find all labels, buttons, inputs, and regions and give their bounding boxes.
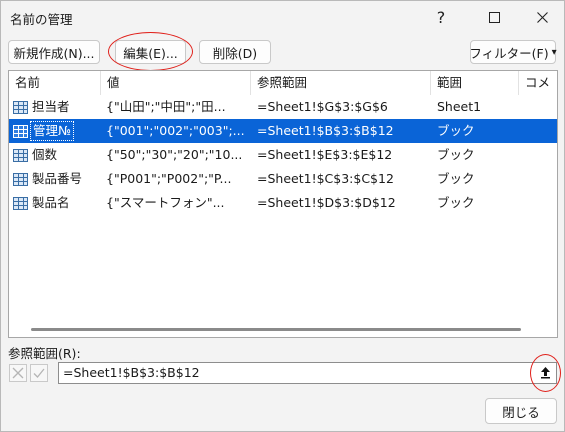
column-header-scope[interactable]: 範囲: [431, 71, 519, 95]
name-cell: 管理№: [9, 119, 101, 143]
list-row[interactable]: 製品番号 {"P001";"P002";"P... =Sheet1!$C$3:$…: [9, 167, 557, 191]
column-header-name[interactable]: 名前: [9, 71, 101, 95]
delete-name-button[interactable]: 削除(D): [199, 40, 271, 64]
scope-cell: ブック: [437, 171, 475, 186]
name-cell: 製品番号: [9, 167, 101, 191]
chevron-down-icon: ▾: [551, 46, 557, 58]
refers-to-cell: =Sheet1!$C$3:$C$12: [257, 171, 394, 186]
close-button[interactable]: 閉じる: [485, 398, 557, 424]
column-header-refers-to[interactable]: 参照範囲: [251, 71, 431, 95]
maximize-icon: [488, 11, 500, 23]
grid-icon: [13, 196, 28, 210]
dialog-title: 名前の管理: [10, 12, 73, 27]
collapse-arrow-up-icon[interactable]: [538, 365, 553, 380]
name-cell: 製品名: [9, 191, 101, 215]
value-cell: {"スマートフォン"...: [106, 195, 225, 210]
row-name: 製品番号: [32, 171, 83, 186]
value-cell: {"50";"30";"20";"10...: [106, 147, 243, 162]
name-manager-dialog: 名前の管理 ? 新規作成(N)... 編集(E)... 削除(D) フィルター(…: [0, 0, 565, 432]
row-name: 管理№: [30, 121, 75, 141]
names-list[interactable]: 名前 値 参照範囲 範囲 コメ 担当者 {"山田";"中田";"田... =Sh…: [8, 70, 558, 338]
collapse-arrow-glyph: [541, 367, 550, 379]
refers-to-cell: =Sheet1!$D$3:$D$12: [257, 195, 396, 210]
horizontal-scrollbar[interactable]: [10, 321, 556, 337]
check-glyph: [33, 368, 45, 378]
help-button[interactable]: ?: [418, 1, 464, 33]
name-cell: 担当者: [9, 95, 101, 119]
close-icon: [536, 11, 548, 23]
column-header-comment[interactable]: コメ: [519, 71, 557, 95]
check-icon[interactable]: [30, 364, 48, 382]
list-row-selected[interactable]: 管理№ {"001";"002";"003";... =Sheet1!$B$3:…: [9, 119, 557, 143]
filter-button[interactable]: フィルター(F) ▾: [469, 40, 557, 64]
refers-to-cell: =Sheet1!$B$3:$B$12: [257, 123, 394, 138]
list-row[interactable]: 個数 {"50";"30";"20";"10... =Sheet1!$E$3:$…: [9, 143, 557, 167]
close-window-button[interactable]: [519, 1, 565, 33]
scope-cell: ブック: [437, 195, 475, 210]
value-cell: {"001";"002";"003";...: [106, 123, 245, 138]
list-header: 名前 値 参照範囲 範囲 コメ: [9, 71, 557, 95]
cancel-x-icon[interactable]: [9, 364, 27, 382]
scope-cell: ブック: [437, 123, 475, 138]
scope-cell: ブック: [437, 147, 475, 162]
column-header-value[interactable]: 値: [101, 71, 251, 95]
scope-cell: Sheet1: [437, 99, 482, 114]
help-icon: ?: [436, 7, 446, 27]
value-cell: {"P001";"P002";"P...: [106, 171, 232, 186]
list-row[interactable]: 担当者 {"山田";"中田";"田... =Sheet1!$G$3:$G$6 S…: [9, 95, 557, 119]
grid-icon: [13, 172, 28, 186]
value-cell: {"山田";"中田";"田...: [106, 99, 226, 114]
refers-to-input[interactable]: =Sheet1!$B$3:$B$12: [58, 362, 557, 384]
row-name: 個数: [32, 147, 58, 162]
maximize-button[interactable]: [471, 1, 517, 33]
name-cell: 個数: [9, 143, 101, 167]
list-row[interactable]: 製品名 {"スマートフォン"... =Sheet1!$D$3:$D$12 ブック: [9, 191, 557, 215]
refers-to-cell: =Sheet1!$G$3:$G$6: [257, 99, 388, 114]
row-name: 製品名: [32, 195, 70, 210]
edit-name-button[interactable]: 編集(E)...: [115, 40, 186, 64]
scrollbar-thumb[interactable]: [31, 328, 521, 331]
grid-icon: [13, 124, 28, 138]
title-bar: 名前の管理 ?: [1, 1, 564, 33]
grid-icon: [13, 100, 28, 114]
row-name: 担当者: [32, 99, 70, 114]
new-name-button[interactable]: 新規作成(N)...: [8, 40, 100, 64]
cancel-x-glyph: [12, 367, 24, 379]
filter-label: フィルター(F): [469, 45, 549, 61]
refers-to-label: 参照範囲(R):: [8, 346, 81, 361]
refers-to-cell: =Sheet1!$E$3:$E$12: [257, 147, 393, 162]
grid-icon: [13, 148, 28, 162]
